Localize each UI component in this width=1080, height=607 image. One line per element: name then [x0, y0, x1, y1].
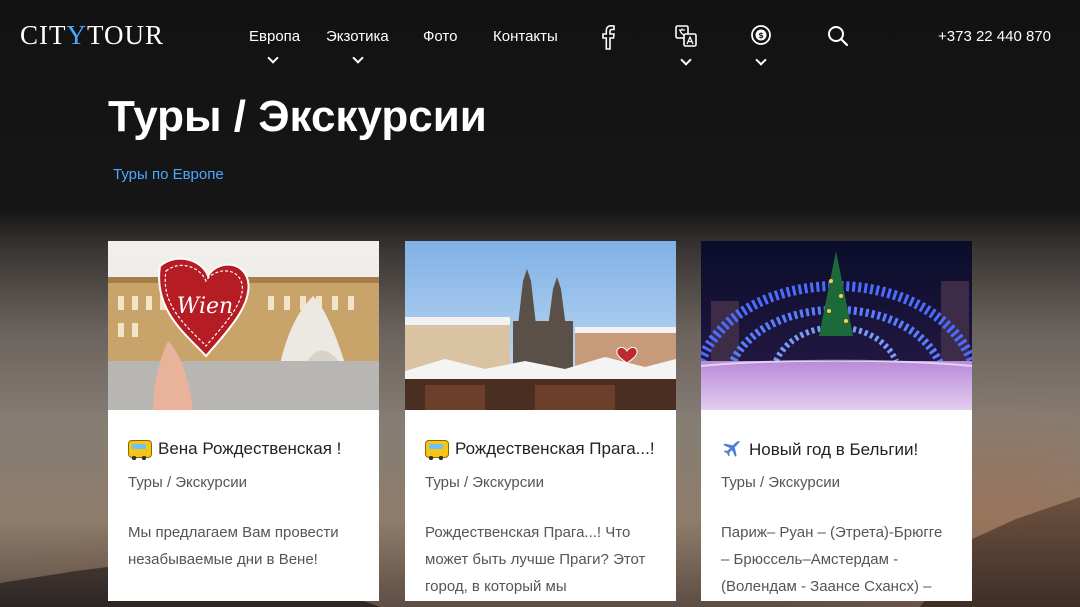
chevron-down-icon: [680, 54, 692, 66]
page-title: Туры / Экскурсии: [108, 92, 487, 141]
nav-label-exotic: Экзотика: [326, 28, 389, 45]
chevron-down-icon: [267, 52, 279, 64]
tour-card-description: Рождественская Прага...! Что может быть …: [425, 524, 646, 595]
nav-label-photo: Фото: [423, 28, 458, 45]
language-switcher[interactable]: [674, 24, 698, 66]
tour-card-category[interactable]: Туры / Экскурсии: [425, 474, 544, 491]
svg-text:$: $: [758, 31, 764, 40]
tour-card-title-text: Вена Рождественская !: [158, 439, 342, 458]
search-button[interactable]: [826, 24, 850, 53]
tour-card-category[interactable]: Туры / Экскурсии: [721, 474, 840, 491]
tour-card-title[interactable]: Новый год в Бельгии!: [721, 439, 918, 461]
belgium-photo: [701, 241, 972, 410]
nav-label-europe: Европа: [249, 28, 301, 45]
nav-label-contacts: Контакты: [493, 28, 558, 45]
tour-card-title-text: Новый год в Бельгии!: [749, 440, 919, 459]
logo-text-b: Y: [66, 20, 87, 50]
wien-heart-text: Wien: [177, 294, 233, 319]
bus-icon: [425, 440, 449, 460]
nav-item-contacts[interactable]: Контакты: [493, 28, 558, 45]
prague-photo: [405, 241, 676, 410]
bus-icon: [128, 440, 152, 460]
facebook-button[interactable]: [600, 24, 616, 55]
airplane-icon: [723, 441, 741, 457]
nav-item-exotic[interactable]: Экзотика: [326, 28, 389, 64]
tour-card-image[interactable]: [701, 241, 972, 410]
tour-card-title-text: Рождественская Прага...!: [455, 439, 655, 458]
tour-card-belgium[interactable]: Новый год в Бельгии! Туры / Экскурсии Па…: [701, 241, 972, 601]
tour-card-title[interactable]: Вена Рождественская !: [128, 439, 342, 460]
site-logo[interactable]: CITYTOUR: [20, 20, 164, 51]
currency-switcher[interactable]: $: [750, 24, 772, 66]
vienna-photo: Wien: [108, 241, 379, 410]
facebook-icon: [602, 24, 615, 50]
logo-text-c: TOUR: [87, 20, 165, 50]
language-icon: [675, 25, 697, 47]
chevron-down-icon: [352, 52, 364, 64]
search-icon: [828, 26, 849, 47]
tour-card-category[interactable]: Туры / Экскурсии: [128, 474, 247, 491]
tour-card-vienna[interactable]: Wien Вена Рождественская ! Туры / Экскур…: [108, 241, 379, 601]
currency-icon: $: [751, 25, 771, 45]
tour-card-image[interactable]: Wien: [108, 241, 379, 410]
tour-card-prague[interactable]: Рождественская Прага...! Туры / Экскурси…: [405, 241, 676, 601]
nav-item-europe[interactable]: Европа: [249, 28, 301, 64]
tour-card-description: Париж– Руан – (Этрета)-Брюгге – Брюссель…: [721, 524, 943, 595]
tour-card-image[interactable]: [405, 241, 676, 410]
tour-card-description: Мы предлагаем Вам провести незабываемые …: [128, 524, 339, 568]
breadcrumb-link[interactable]: Туры по Европе: [113, 166, 224, 183]
nav-item-photo[interactable]: Фото: [423, 28, 457, 45]
logo-text-a: CIT: [20, 20, 67, 50]
phone-number[interactable]: +373 22 440 870: [938, 28, 1051, 45]
chevron-down-icon: [755, 54, 767, 66]
site-header: CITYTOUR Европа Экзотика Фото Контакты $: [0, 0, 1080, 76]
tour-card-title[interactable]: Рождественская Прага...!: [425, 439, 655, 460]
